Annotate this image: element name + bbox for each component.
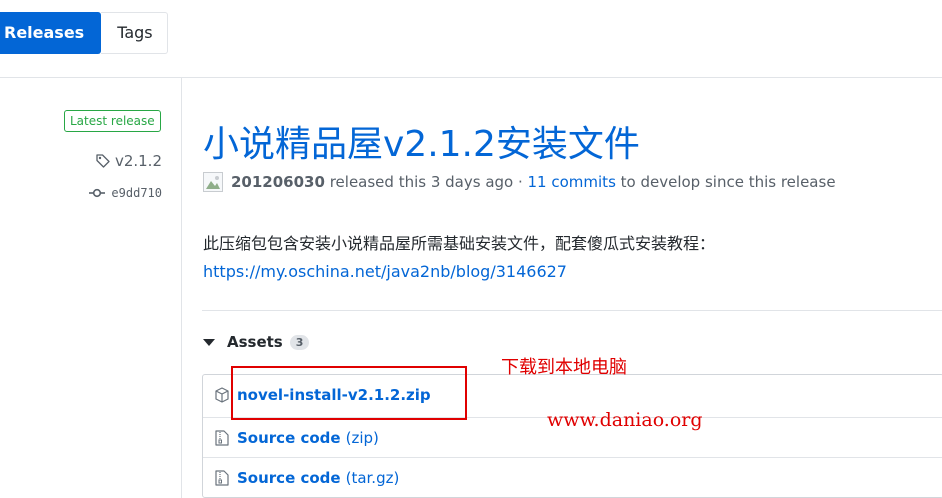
asset-ext: (tar.gz) xyxy=(345,468,400,487)
watermark-text: www.daniao.org xyxy=(547,409,703,431)
release-tag-label: v2.1.2 xyxy=(114,152,162,170)
asset-name[interactable]: Source code xyxy=(237,469,341,487)
git-commit-icon xyxy=(89,188,106,198)
tab-tags[interactable]: Tags xyxy=(101,12,169,54)
releases-tags-tabnav: Releases Tags xyxy=(0,12,169,54)
release-meta: 201206030 released this 3 days ago · 11 … xyxy=(203,172,836,192)
assets-count-badge: 3 xyxy=(289,334,310,350)
release-tag-link[interactable]: v2.1.2 xyxy=(95,152,162,170)
asset-row[interactable]: Source code (tar.gz) xyxy=(203,457,942,497)
release-commit-link[interactable]: e9dd710 xyxy=(89,186,162,200)
release-description: 此压缩包包含安装小说精品屋所需基础安装文件，配套傻瓜式安装教程： https:/… xyxy=(203,230,715,286)
commits-suffix: to develop since this release xyxy=(615,173,836,191)
divider xyxy=(0,77,942,78)
caret-down-icon xyxy=(203,338,215,346)
avatar[interactable] xyxy=(203,172,223,192)
asset-name[interactable]: Source code xyxy=(237,429,341,447)
assets-heading: Assets xyxy=(227,333,283,351)
file-zip-icon xyxy=(215,429,229,446)
package-icon xyxy=(215,387,229,403)
latest-release-badge: Latest release xyxy=(64,110,161,132)
divider xyxy=(202,310,942,311)
released-text: released this 3 days ago · xyxy=(324,173,528,191)
commits-link[interactable]: 11 commits xyxy=(528,173,616,191)
download-annotation: 下载到本地电脑 xyxy=(501,357,627,378)
tutorial-link[interactable]: https://my.oschina.net/java2nb/blog/3146… xyxy=(203,258,715,286)
release-author[interactable]: 201206030 xyxy=(231,173,325,191)
timeline-divider xyxy=(181,78,182,498)
file-zip-icon xyxy=(215,469,229,486)
description-text: 此压缩包包含安装小说精品屋所需基础安装文件，配套傻瓜式安装教程： xyxy=(203,234,716,253)
highlight-box xyxy=(231,366,467,420)
commit-sha: e9dd710 xyxy=(111,186,162,200)
release-title[interactable]: 小说精品屋v2.1.2安装文件 xyxy=(203,115,640,167)
asset-ext: (zip) xyxy=(345,428,379,447)
assets-toggle[interactable]: Assets 3 xyxy=(203,333,310,351)
tag-icon xyxy=(96,154,110,168)
tab-releases[interactable]: Releases xyxy=(0,12,102,54)
